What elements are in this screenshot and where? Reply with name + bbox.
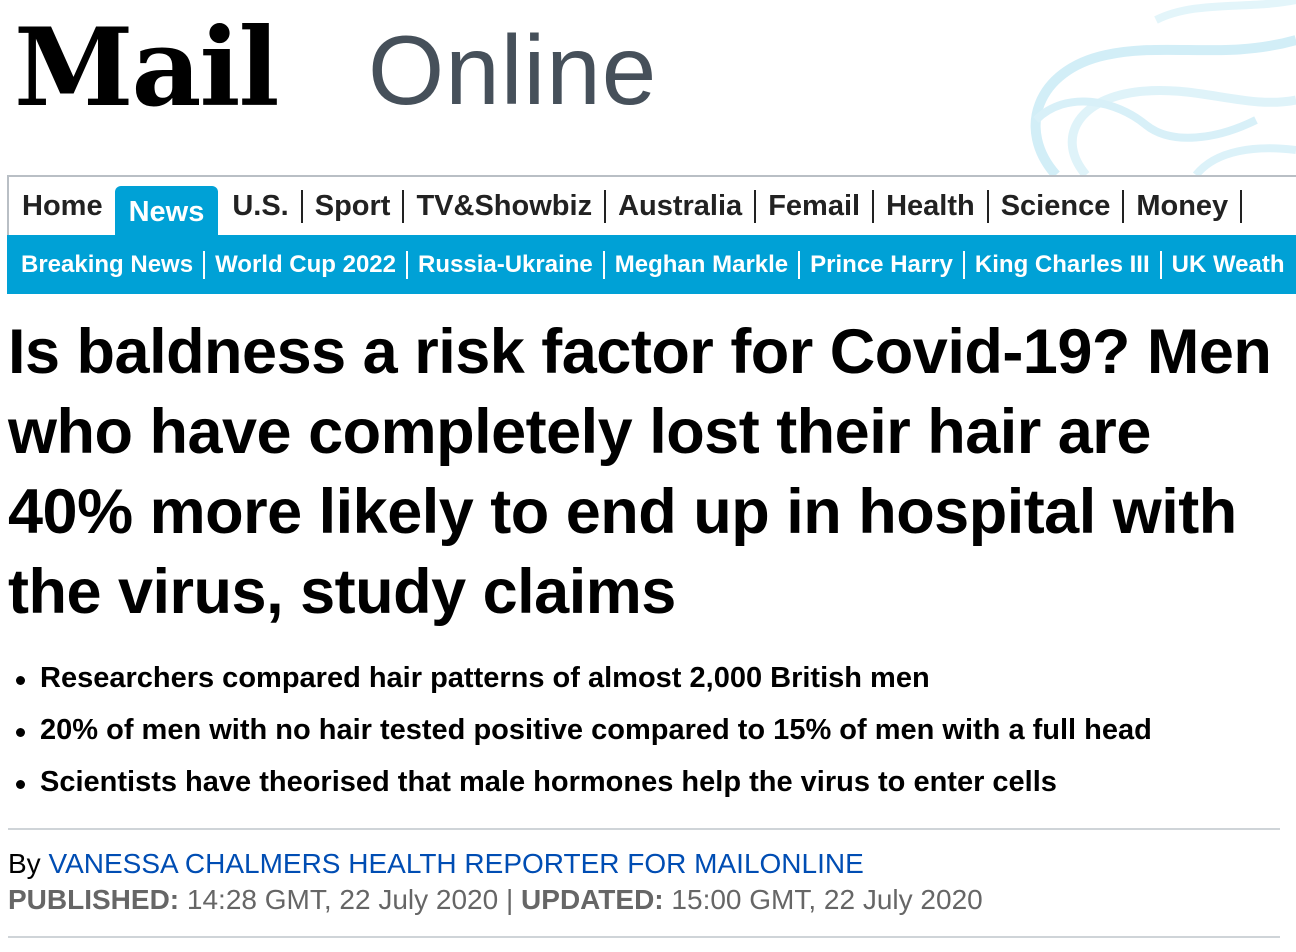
summary-bullet-text: 20% of men with no hair tested positive … [40,714,1152,746]
logo-online-text: Online [368,15,658,125]
masthead-decoration-icon [1030,0,1296,175]
bullet-dot-icon [16,780,25,789]
nav-australia[interactable]: Australia [606,189,757,223]
nav-tvshowbiz[interactable]: TV&Showbiz [404,189,607,223]
updated-label: UPDATED: [521,884,664,915]
subnav-russia-ukraine[interactable]: Russia-Ukraine [408,250,605,279]
nav-news[interactable]: News [114,185,219,238]
nav-science[interactable]: Science [989,189,1125,223]
updated-value: 15:00 GMT, 22 July 2020 [671,884,983,915]
subnav-king-charles-iii[interactable]: King Charles III [965,250,1162,279]
nav-money[interactable]: Money [1124,189,1243,223]
primary-nav: Home News U.S. Sport TV&Showbiz Australi… [7,175,1296,238]
logo-mail-text: Mail [14,5,280,131]
masthead: Mail Online [0,0,1296,175]
byline-prefix: By [8,848,41,879]
subnav-world-cup-2022[interactable]: World Cup 2022 [205,250,409,279]
subnav-meghan-markle[interactable]: Meghan Markle [605,250,801,279]
date-separator: | [505,884,514,915]
nav-health[interactable]: Health [874,189,989,223]
published-value: 14:28 GMT, 22 July 2020 [186,884,499,915]
secondary-nav: Breaking News World Cup 2022 Russia-Ukra… [7,235,1296,294]
byline: By VANESSA CHALMERS HEALTH REPORTER FOR … [8,846,864,882]
summary-bullet: Researchers compared hair patterns of al… [12,652,1292,704]
subnav-uk-weather[interactable]: UK Weath [1162,251,1295,279]
bullet-dot-icon [16,676,25,685]
byline-divider-top [8,828,1280,830]
author-link[interactable]: VANESSA CHALMERS HEALTH REPORTER FOR MAI… [48,848,863,879]
nav-us[interactable]: U.S. [220,189,303,223]
subnav-prince-harry[interactable]: Prince Harry [800,250,965,279]
nav-home[interactable]: Home [12,190,115,223]
summary-bullet: Scientists have theorised that male horm… [12,756,1292,808]
bullet-dot-icon [16,728,25,737]
article-dates: PUBLISHED: 14:28 GMT, 22 July 2020 | UPD… [8,882,983,918]
nav-sport[interactable]: Sport [303,189,405,223]
published-label: PUBLISHED: [8,884,180,915]
byline-divider-bottom [8,936,1280,938]
article-summary-list: Researchers compared hair patterns of al… [12,652,1292,808]
subnav-breaking-news[interactable]: Breaking News [11,250,206,279]
article-headline: Is baldness a risk factor for Covid-19? … [8,317,1272,627]
summary-bullet-text: Researchers compared hair patterns of al… [40,662,930,694]
summary-bullet: 20% of men with no hair tested positive … [12,704,1292,756]
nav-femail[interactable]: Femail [756,189,875,223]
summary-bullet-text: Scientists have theorised that male horm… [40,766,1057,798]
